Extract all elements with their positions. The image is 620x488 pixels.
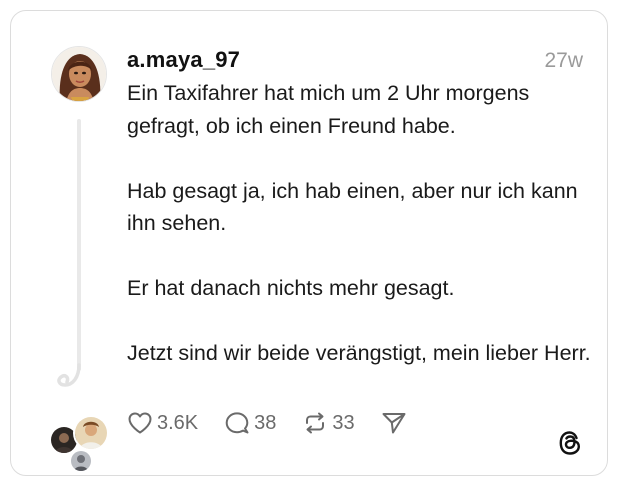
repost-icon: [306, 412, 325, 434]
comment-icon: [225, 412, 249, 434]
reply-button[interactable]: 38: [224, 411, 276, 435]
post-body: Ein Taxifahrer hat mich um 2 Uhr morgens…: [127, 77, 605, 370]
reply-avatar: [69, 449, 93, 473]
author-avatar[interactable]: [51, 46, 107, 102]
heart-icon: [128, 412, 152, 434]
like-count: 3.6K: [157, 411, 199, 434]
share-button[interactable]: [381, 411, 407, 435]
threads-logo-icon[interactable]: [557, 429, 583, 457]
reply-avatar: [73, 415, 109, 451]
post-timestamp: 27w: [544, 49, 583, 72]
thread-loop-icon: [57, 363, 81, 387]
reply-avatars[interactable]: [49, 415, 113, 475]
post-paragraph: Er hat danach nichts mehr gesagt.: [127, 276, 455, 300]
repost-count: 33: [332, 411, 355, 434]
post-card: a.maya_97 27w Ein Taxifahrer hat mich um…: [10, 10, 608, 476]
post-paragraph: Ein Taxifahrer hat mich um 2 Uhr morgens…: [127, 81, 530, 138]
post-paragraph: Jetzt sind wir beide verängstigt, mein l…: [127, 341, 591, 365]
thread-line: [77, 119, 81, 371]
post-paragraph: Hab gesagt ja, ich hab einen, aber nur i…: [127, 178, 578, 236]
action-bar: 3.6K 38 33: [127, 411, 407, 435]
reply-count: 38: [254, 411, 277, 434]
send-icon: [382, 413, 406, 434]
like-button[interactable]: 3.6K: [127, 411, 198, 435]
repost-button[interactable]: 33: [302, 411, 355, 435]
author-username[interactable]: a.maya_97: [127, 47, 240, 73]
